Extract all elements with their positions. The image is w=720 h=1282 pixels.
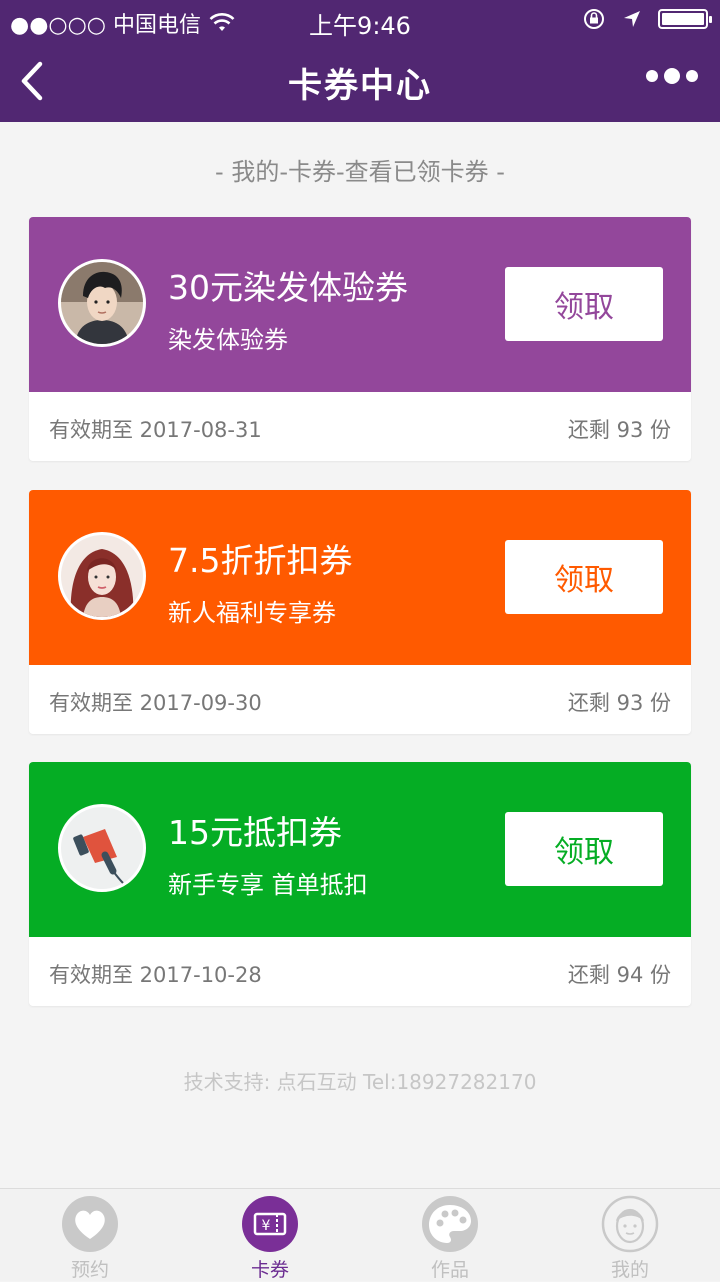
coupon-footer: 有效期至 2017-09-30 还剩 93 份 [29,665,691,734]
coupon-title: 30元染发体验券 [168,268,408,307]
claim-button[interactable]: 领取 [505,267,663,341]
coupon-card: 15元抵扣券 新手专享 首单抵扣 领取 有效期至 2017-10-28 还剩 9… [29,762,691,1006]
ticket-icon: ¥ [242,1196,298,1252]
tab-label: 预约 [70,1259,109,1281]
remaining-count: 还剩 93 份 [567,691,671,715]
remaining-count: 还剩 93 份 [567,418,671,442]
status-icons [582,7,712,31]
rotation-lock-icon [584,9,604,29]
coupon-card: 7.5折折扣券 新人福利专享券 领取 有效期至 2017-09-30 还剩 93… [29,490,691,734]
remaining-count: 还剩 94 份 [567,963,671,987]
coupon-footer: 有效期至 2017-08-31 还剩 93 份 [29,392,691,461]
expiry-date: 有效期至 2017-09-30 [49,691,262,715]
avatar [58,804,146,892]
coupon-header: 30元染发体验券 染发体验券 领取 [29,217,691,392]
hair-dryer-icon [61,807,143,889]
more-icon[interactable] [646,68,698,84]
tab-label: 卡券 [250,1259,289,1281]
expiry-date: 有效期至 2017-10-28 [49,963,262,987]
svg-text:¥: ¥ [262,1218,271,1234]
coupon-header: 7.5折折扣券 新人福利专享券 领取 [29,490,691,665]
girl-portrait-icon [61,535,143,617]
coupon-title: 15元抵扣券 [168,813,342,852]
expiry-date: 有效期至 2017-08-31 [49,418,262,442]
tab-booking[interactable]: 预约 [0,1189,180,1281]
palette-icon [422,1196,478,1252]
section-subtitle: - 我的-卡券-查看已领卡券 - [215,158,505,186]
coupon-title: 7.5折折扣券 [168,541,353,580]
status-bar: ●●○○○ 中国电信 上午9:46 [0,0,720,40]
tab-bar: 预约 ¥ 卡券 作品 我的 [0,1188,720,1281]
avatar [58,532,146,620]
battery-icon [658,9,712,29]
coupon-description: 染发体验券 [168,326,288,354]
coupon-header: 15元抵扣券 新手专享 首单抵扣 领取 [29,762,691,937]
coupon-footer: 有效期至 2017-10-28 还剩 94 份 [29,937,691,1006]
tab-mine[interactable]: 我的 [540,1189,720,1281]
user-icon [601,1195,659,1253]
location-arrow-icon [624,11,640,27]
tab-label: 作品 [430,1259,469,1281]
tech-support-text: 技术支持: 点石互动 Tel:18927282170 [183,1070,537,1094]
page-title: 卡券中心 [288,66,432,106]
tab-works[interactable]: 作品 [360,1189,540,1281]
avatar [58,259,146,347]
coupon-description: 新手专享 首单抵扣 [168,871,368,899]
tab-label: 我的 [610,1259,649,1281]
boy-portrait-icon [61,262,143,344]
nav-bar: 卡券中心 [0,40,720,122]
claim-button[interactable]: 领取 [505,540,663,614]
heart-icon [62,1196,118,1252]
coupon-description: 新人福利专享券 [168,599,336,627]
coupon-card: 30元染发体验券 染发体验券 领取 有效期至 2017-08-31 还剩 93 … [29,217,691,461]
claim-button[interactable]: 领取 [505,812,663,886]
tab-coupons[interactable]: ¥ 卡券 [180,1189,360,1281]
